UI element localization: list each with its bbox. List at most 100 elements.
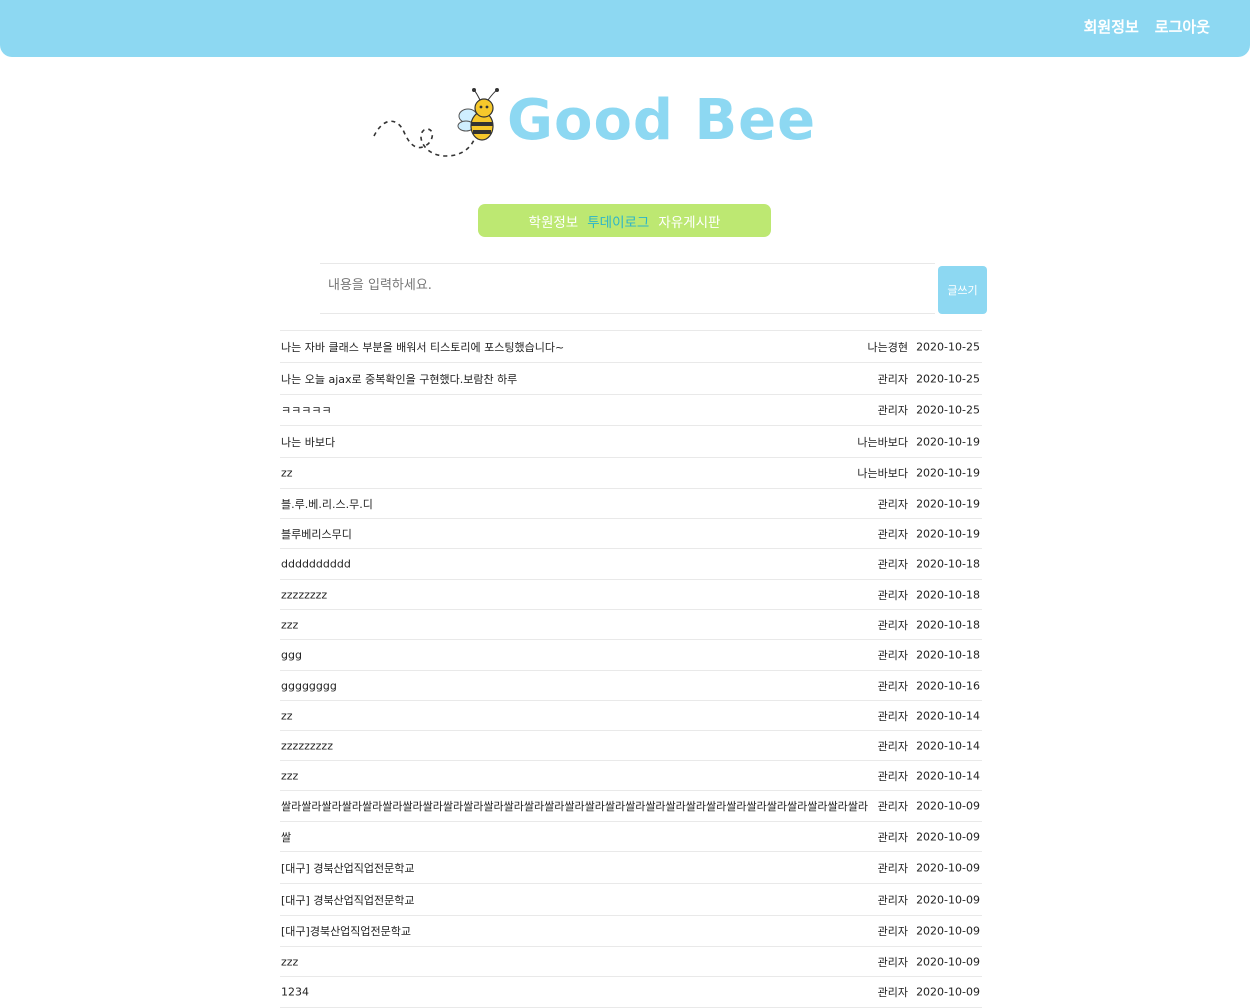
post-content: zzz <box>281 955 299 968</box>
post-content: gggggggg <box>281 679 337 692</box>
site-logo[interactable]: Good Bee <box>370 86 815 166</box>
write-button[interactable]: 글쓰기 <box>938 266 987 314</box>
post-row[interactable]: dddddddddd 관리자 2020-10-18 <box>280 549 982 580</box>
post-row[interactable]: 블루베리스무디 관리자 2020-10-19 <box>280 519 982 549</box>
post-row[interactable]: [대구]경북산업직업전문학교 관리자 2020-10-09 <box>280 916 982 947</box>
post-author: 관리자 <box>877 649 908 662</box>
post-author: 관리자 <box>877 618 908 632</box>
post-date: 2020-10-14 <box>916 769 980 782</box>
post-row[interactable]: 나는 바보다 나는바보다 2020-10-19 <box>280 426 982 458</box>
post-author: 관리자 <box>877 679 908 693</box>
post-author: 나는경현 <box>867 340 908 354</box>
post-row[interactable]: zz 나는바보다 2020-10-19 <box>280 458 982 489</box>
post-author: 관리자 <box>877 588 908 602</box>
post-content: zzz <box>281 769 299 782</box>
post-content: zz <box>281 709 293 722</box>
post-content: 나는 바보다 <box>281 435 336 449</box>
post-author: 관리자 <box>877 986 908 999</box>
post-date: 2020-10-25 <box>916 403 980 417</box>
post-row[interactable]: zzz 관리자 2020-10-09 <box>280 947 982 977</box>
post-row[interactable]: 나는 오늘 ajax로 중복확인을 구현했다.보람찬 하루 관리자 2020-10-… <box>280 363 982 395</box>
post-row[interactable]: ggg 관리자 2020-10-18 <box>280 640 982 671</box>
post-row[interactable]: 나는 자바 클래스 부분을 배워서 티스토리에 포스팅했습니다~ 나는경현 2020… <box>280 331 982 363</box>
post-author: 관리자 <box>877 769 908 783</box>
post-date: 2020-10-19 <box>916 435 980 448</box>
post-content: zzzzzzzz <box>281 588 328 601</box>
post-author: 관리자 <box>877 925 908 938</box>
post-content: 블.루.베.리.스.무.디 <box>281 497 373 511</box>
post-content: zz <box>281 466 293 480</box>
post-date: 2020-10-18 <box>916 618 980 631</box>
post-date: 2020-10-18 <box>916 648 980 662</box>
post-date: 2020-10-09 <box>916 985 980 999</box>
post-content: 블루베리스무디 <box>281 527 352 541</box>
post-content: 쌀 <box>281 830 292 844</box>
top-nav: 회원정보 로그아웃 <box>1084 16 1210 37</box>
post-content: dddddddddd <box>281 557 351 571</box>
post-date: 2020-10-18 <box>916 557 980 571</box>
post-content: [대구] 경북산업직업전문학교 <box>281 861 415 875</box>
post-row[interactable]: 1234 관리자 2020-10-09 <box>280 977 982 1008</box>
post-date: 2020-10-19 <box>916 466 980 480</box>
post-content: 나는 오늘 ajax로 중복확인을 구현했다.보람찬 하루 <box>281 372 518 386</box>
post-list: 나는 자바 클래스 부분을 배워서 티스토리에 포스팅했습니다~ 나는경현 2020… <box>280 330 982 1008</box>
post-author: 나는바보다 <box>857 435 908 449</box>
menu-free-board[interactable]: 자유게시판 <box>658 211 720 231</box>
post-author: 관리자 <box>877 372 908 386</box>
post-row[interactable]: zzz 관리자 2020-10-14 <box>280 761 982 791</box>
post-author: 관리자 <box>877 527 908 541</box>
post-content: 1234 <box>281 985 309 999</box>
logo-text: Good Bee <box>507 88 817 153</box>
post-row[interactable]: zzzzzzzz 관리자 2020-10-18 <box>280 580 982 610</box>
post-content: 나는 자바 클래스 부분을 배워서 티스토리에 포스팅했습니다~ <box>281 340 565 354</box>
post-content: [대구]경북산업직업전문학교 <box>281 925 412 938</box>
bee-icon <box>373 88 499 157</box>
logout-link[interactable]: 로그아웃 <box>1155 16 1210 37</box>
post-author: 관리자 <box>877 404 908 417</box>
menu-academy-info[interactable]: 학원정보 <box>529 211 579 231</box>
post-date: 2020-10-16 <box>916 679 980 692</box>
member-info-link[interactable]: 회원정보 <box>1084 16 1139 37</box>
post-row[interactable]: gggggggg 관리자 2020-10-16 <box>280 671 982 701</box>
post-input[interactable] <box>320 264 935 313</box>
post-author: 관리자 <box>877 497 908 511</box>
top-bar: 회원정보 로그아웃 <box>0 0 1250 57</box>
post-date: 2020-10-09 <box>916 893 980 906</box>
post-author: 관리자 <box>877 830 908 844</box>
post-author: 나는바보다 <box>857 467 908 480</box>
post-author: 관리자 <box>877 709 908 723</box>
post-date: 2020-10-14 <box>916 709 980 722</box>
post-row[interactable]: zzzzzzzzz 관리자 2020-10-14 <box>280 731 982 761</box>
post-date: 2020-10-25 <box>916 340 980 353</box>
post-content: 쌀라쌀라쌀라쌀라쌀라쌀라쌀라쌀라쌀라쌀라쌀라쌀라쌀라쌀라쌀라쌀라쌀라쌀라쌀라쌀라… <box>281 800 868 813</box>
post-input-area <box>320 263 935 314</box>
post-content: ggg <box>281 648 302 662</box>
post-author: 관리자 <box>877 893 908 907</box>
post-date: 2020-10-25 <box>916 372 980 385</box>
post-date: 2020-10-19 <box>916 527 980 540</box>
post-date: 2020-10-09 <box>916 830 980 843</box>
post-row[interactable]: zzz 관리자 2020-10-18 <box>280 610 982 640</box>
post-date: 2020-10-09 <box>916 924 980 938</box>
post-date: 2020-10-09 <box>916 799 980 813</box>
post-date: 2020-10-09 <box>916 861 980 874</box>
post-author: 관리자 <box>877 955 908 969</box>
main-menu: 학원정보 투데이로그 자유게시판 <box>478 204 771 237</box>
post-date: 2020-10-19 <box>916 497 980 510</box>
post-content: ㅋㅋㅋㅋㅋ <box>281 404 332 417</box>
post-row[interactable]: [대구] 경북산업직업전문학교 관리자 2020-10-09 <box>280 852 982 884</box>
post-row[interactable]: [대구] 경북산업직업전문학교 관리자 2020-10-09 <box>280 884 982 916</box>
post-row[interactable]: zz 관리자 2020-10-14 <box>280 701 982 731</box>
post-date: 2020-10-09 <box>916 955 980 968</box>
post-row[interactable]: 쌀 관리자 2020-10-09 <box>280 822 982 852</box>
post-author: 관리자 <box>877 558 908 571</box>
post-content: [대구] 경북산업직업전문학교 <box>281 893 415 907</box>
menu-today-log[interactable]: 투데이로그 <box>587 211 649 231</box>
post-author: 관리자 <box>877 739 908 753</box>
post-row[interactable]: ㅋㅋㅋㅋㅋ 관리자 2020-10-25 <box>280 395 982 426</box>
post-row[interactable]: 블.루.베.리.스.무.디 관리자 2020-10-19 <box>280 489 982 519</box>
post-author: 관리자 <box>877 861 908 875</box>
post-row[interactable]: 쌀라쌀라쌀라쌀라쌀라쌀라쌀라쌀라쌀라쌀라쌀라쌀라쌀라쌀라쌀라쌀라쌀라쌀라쌀라쌀라… <box>280 791 982 822</box>
post-author: 관리자 <box>877 800 908 813</box>
post-date: 2020-10-18 <box>916 588 980 601</box>
